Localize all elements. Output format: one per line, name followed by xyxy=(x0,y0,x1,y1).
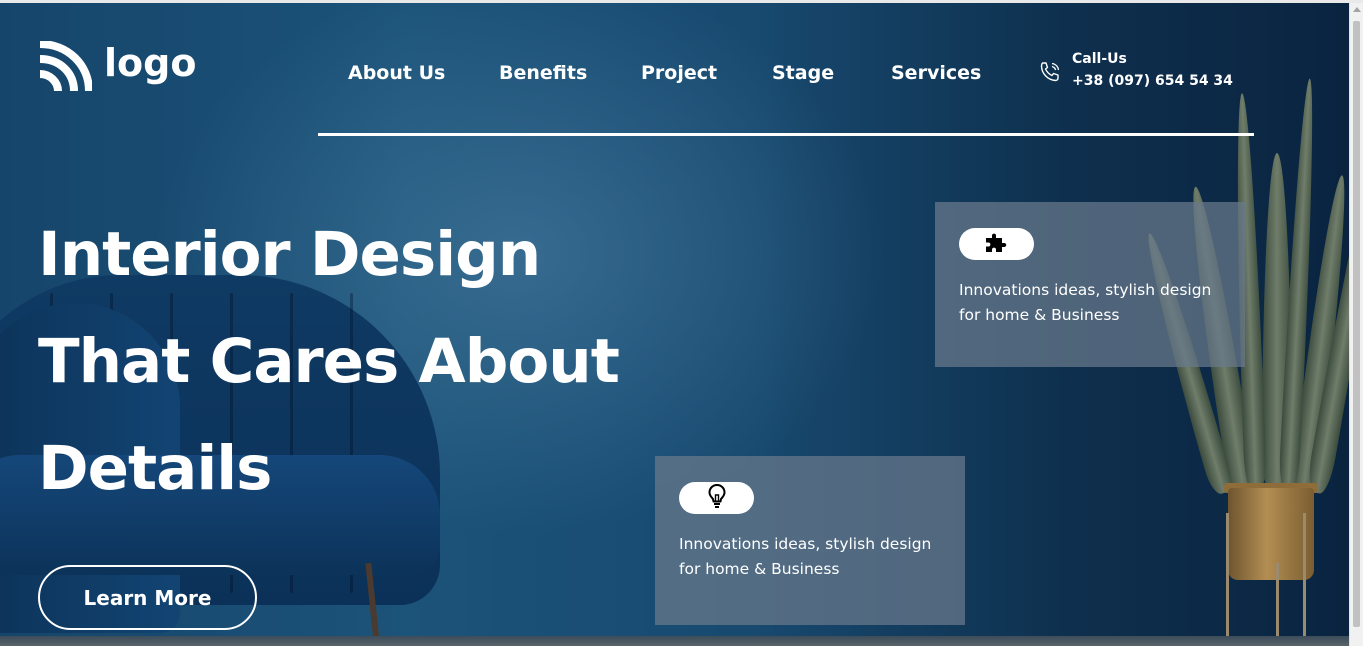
call-us-label: Call-Us xyxy=(1072,51,1127,67)
call-us-phone-number[interactable]: +38 (097) 654 54 34 xyxy=(1072,71,1233,91)
hero-headline: Interior Design That Cares About Details xyxy=(38,201,620,522)
hero-headline-line-1: Interior Design xyxy=(38,219,541,290)
floor-strip xyxy=(0,636,1349,646)
logo-icon xyxy=(38,41,92,93)
logo[interactable]: logo xyxy=(38,41,196,93)
nav-item-about-us[interactable]: About Us xyxy=(348,60,445,86)
feature-card-lightbulb: Innovations ideas, stylish design for ho… xyxy=(655,456,965,625)
nav-item-project[interactable]: Project xyxy=(641,60,717,86)
feature-card-icon-pill xyxy=(679,482,754,514)
feature-card-text-line-1: Innovations ideas, stylish design xyxy=(679,535,932,553)
hero-headline-line-2: That Cares About xyxy=(38,326,620,397)
puzzle-icon xyxy=(984,230,1010,258)
nav-item-benefits[interactable]: Benefits xyxy=(499,60,587,86)
nav-item-stage[interactable]: Stage xyxy=(772,60,834,86)
feature-card-icon-pill xyxy=(959,228,1034,260)
hero-section: logo About Us Benefits Project Stage Ser… xyxy=(0,3,1349,646)
feature-card-text-line-2: for home & Business xyxy=(959,306,1120,324)
feature-card-text-line-2: for home & Business xyxy=(679,560,840,578)
feature-card-puzzle: Innovations ideas, stylish design for ho… xyxy=(935,202,1245,367)
logo-text: logo xyxy=(104,41,197,85)
phone-icon xyxy=(1038,60,1062,91)
lightbulb-icon xyxy=(706,483,728,513)
nav-underline-divider xyxy=(318,133,1254,136)
nav-item-services[interactable]: Services xyxy=(891,60,981,86)
feature-card-text-line-1: Innovations ideas, stylish design xyxy=(959,281,1212,299)
scroll-up-arrow-icon[interactable] xyxy=(1353,7,1361,12)
hero-headline-line-3: Details xyxy=(38,433,272,504)
scrollbar-thumb[interactable] xyxy=(1353,21,1360,627)
learn-more-button[interactable]: Learn More xyxy=(38,565,257,630)
vertical-scrollbar[interactable] xyxy=(1349,3,1363,646)
call-us-contact[interactable]: Call-Us +38 (097) 654 54 34 xyxy=(1038,50,1233,91)
